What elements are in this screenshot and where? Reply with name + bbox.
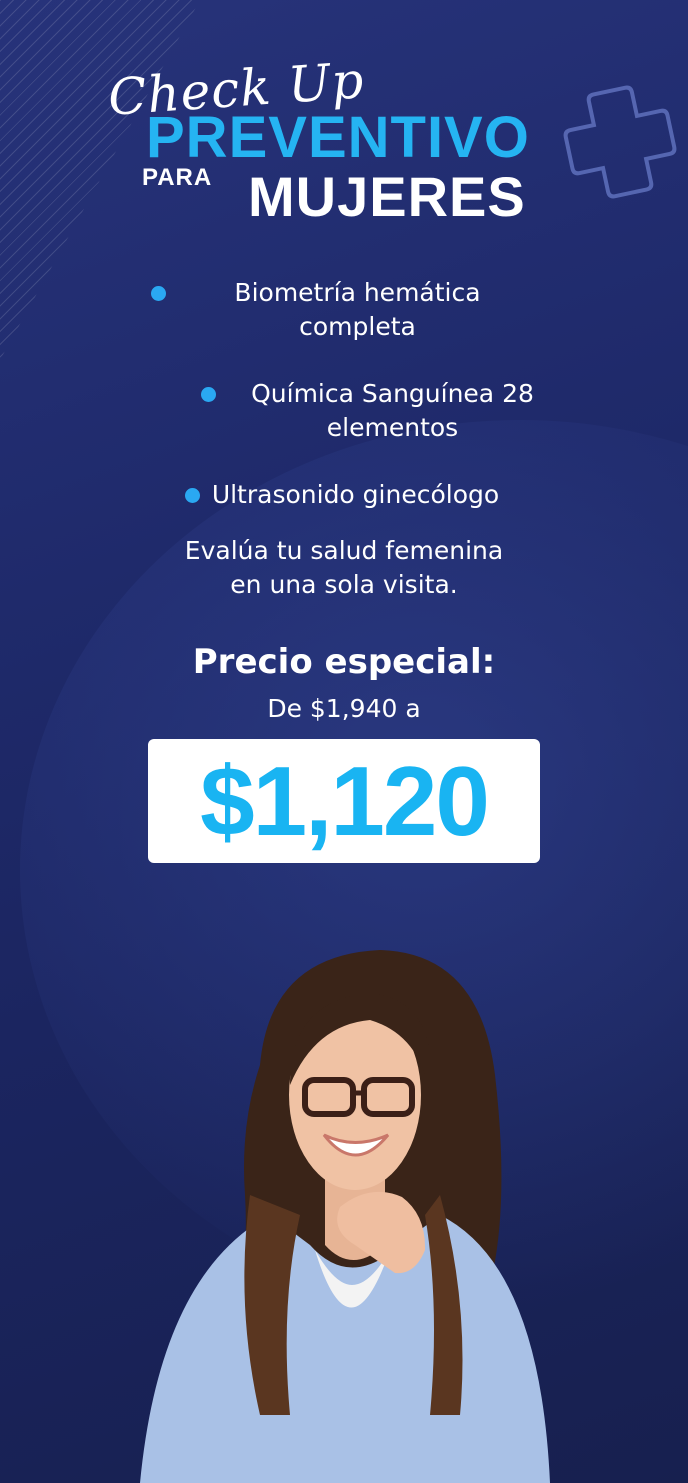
tagline-line-one: Evalúa tu salud femenina — [184, 536, 504, 565]
title-preventivo: PREVENTIVO — [146, 105, 530, 170]
original-price-text: De $1,940 a — [267, 694, 421, 723]
title-para: PARA — [142, 164, 213, 191]
list-item-label: Ultrasonido ginecólogo — [211, 480, 500, 509]
tagline-line-two: en una sola visita. — [230, 570, 458, 599]
woman-portrait-photo — [140, 950, 550, 1483]
list-item: Ultrasonido ginecólogo — [0, 478, 688, 512]
bullet-dot-icon — [150, 286, 166, 301]
list-item-label: Química Sanguínea 28 elementos — [251, 379, 534, 442]
promo-banner: Check Up PREVENTIVO PARA MUJERES Biometr… — [0, 0, 688, 1483]
price-box: $1,120 — [148, 739, 540, 863]
price-heading: Precio especial: — [192, 642, 496, 682]
sale-price: $1,120 — [200, 745, 490, 856]
list-item: Biometría hemática completa — [0, 276, 688, 344]
feature-list: Biometría hemática completa Química Sang… — [0, 276, 688, 545]
list-item: Química Sanguínea 28 elementos — [70, 377, 688, 445]
list-item-label: Biometría hemática completa — [234, 278, 481, 341]
title-mujeres: MUJERES — [248, 165, 526, 228]
page-title: Check Up PREVENTIVO PARA MUJERES — [0, 51, 688, 232]
bullet-dot-icon — [184, 488, 200, 503]
bullet-dot-icon — [200, 387, 216, 402]
tagline: Evalúa tu salud femenina en una sola vis… — [0, 534, 688, 602]
